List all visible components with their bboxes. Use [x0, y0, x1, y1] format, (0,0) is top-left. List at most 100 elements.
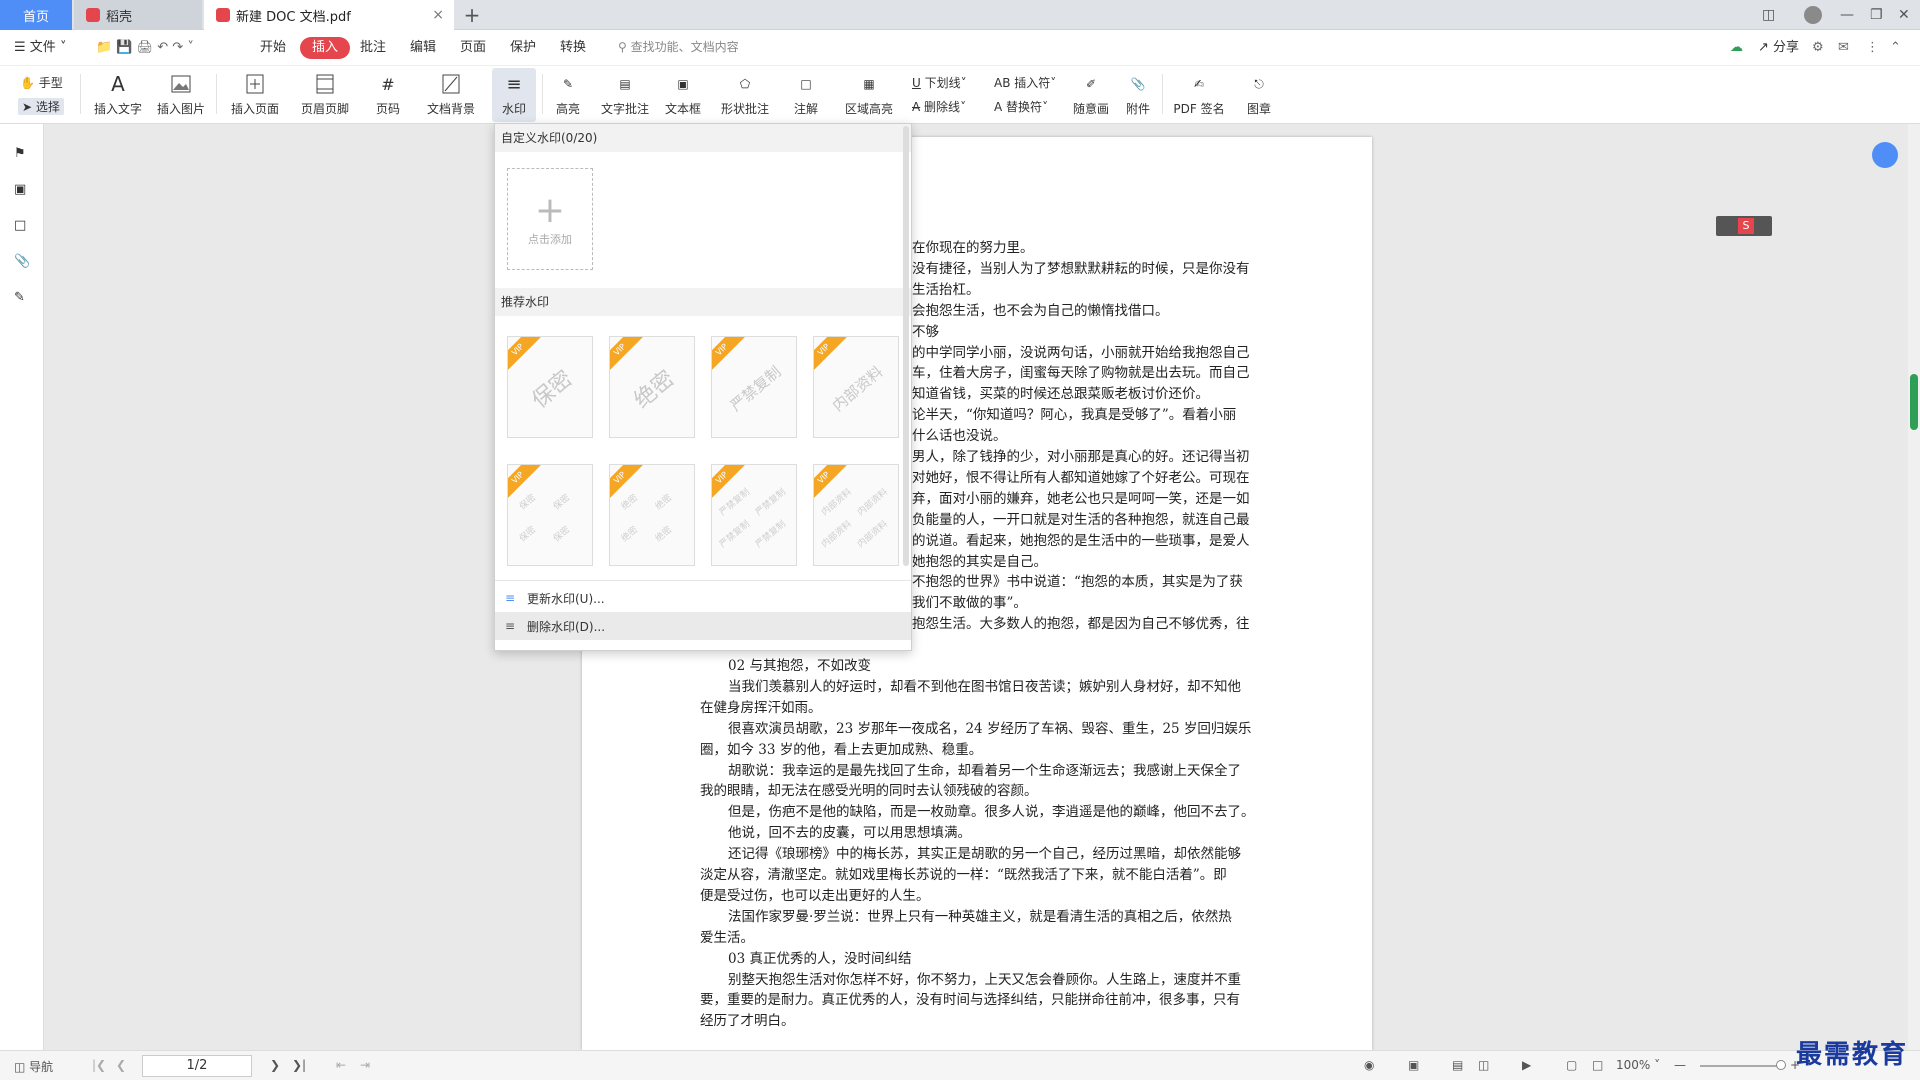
- watermark-top-secret[interactable]: VIP 绝密: [609, 336, 695, 438]
- divider: [1162, 74, 1163, 114]
- shape-comment-button[interactable]: ⬠ 形状批注: [714, 68, 776, 122]
- header-footer-label: 页眉页脚: [300, 102, 349, 116]
- zoom-slider[interactable]: [1700, 1065, 1780, 1067]
- ime-toolbar[interactable]: S: [1716, 216, 1772, 236]
- dropdown-scrollbar[interactable]: [903, 126, 909, 566]
- first-page-icon[interactable]: |❮: [92, 1058, 106, 1072]
- update-watermark-item[interactable]: ≡ 更新水印(U)...: [495, 584, 911, 612]
- prev-page-icon[interactable]: ❮: [116, 1058, 126, 1072]
- window-layout-icon[interactable]: ◫: [1762, 0, 1775, 30]
- annotation-button[interactable]: □ 注解: [788, 68, 824, 122]
- page-number-button[interactable]: # 页码: [366, 68, 410, 122]
- zoom-out-icon[interactable]: —: [1674, 1058, 1686, 1072]
- nav-toggle[interactable]: ◫ 导航: [14, 1058, 53, 1075]
- watermark-no-copy-tiled[interactable]: VIP 严禁复制 严禁复制 严禁复制 严禁复制: [711, 464, 797, 566]
- header-footer-button[interactable]: 页眉页脚: [294, 68, 356, 122]
- text-comment-button[interactable]: ▤ 文字批注: [598, 68, 652, 122]
- watermark-button[interactable]: ≡ 水印: [492, 68, 536, 122]
- pdf-sign-button[interactable]: ✍ PDF 签名: [1168, 68, 1230, 122]
- delete-watermark-item[interactable]: ≡ 删除水印(D)...: [495, 612, 911, 640]
- document-line: 很喜欢演员胡歌，23 岁那年一夜成名，24 岁经历了车祸、毁容、重生，25 岁回…: [728, 720, 1252, 737]
- highlight-button[interactable]: ✎ 高亮: [550, 68, 586, 122]
- scrollbar-thumb[interactable]: [1910, 374, 1918, 430]
- menu-protect[interactable]: 保护: [510, 37, 536, 59]
- menu-bar: ☰ 文件 ˅ 📁 💾 🖨 ↶ ↷ ˅ 开始 插入 批注 编辑 页面 保护 转换 …: [0, 30, 1920, 66]
- select-tool[interactable]: ➤ 选择: [18, 98, 64, 115]
- hand-tool[interactable]: ✋ 手型: [20, 74, 63, 91]
- document-line: 不抱怨的世界》书中说道：“抱怨的本质，其实是为了获: [912, 574, 1243, 591]
- watermark-internal-tiled[interactable]: VIP 内部资料 内部资料 内部资料 内部资料: [813, 464, 899, 566]
- tile-text: 绝密: [653, 525, 675, 545]
- insert-page-button[interactable]: 插入页面: [224, 68, 286, 122]
- underline-button[interactable]: U 下划线 ˅: [912, 74, 967, 91]
- watermark-secret[interactable]: VIP 保密: [507, 336, 593, 438]
- message-icon[interactable]: ✉: [1838, 37, 1849, 59]
- floating-tool-icon[interactable]: [1872, 142, 1898, 168]
- actual-size-icon[interactable]: ▢: [1566, 1058, 1577, 1072]
- document-line: 他说，回不去的皮囊，可以用思想填满。: [728, 825, 971, 842]
- menu-insert[interactable]: 插入: [300, 37, 351, 59]
- freehand-button[interactable]: ✐ 随意画: [1070, 68, 1112, 122]
- cloud-sync-icon[interactable]: ☁: [1730, 37, 1743, 59]
- bookmark-icon[interactable]: ⚑: [14, 146, 30, 162]
- play-icon[interactable]: ▶: [1522, 1058, 1531, 1072]
- add-watermark-button[interactable]: + 点击添加: [507, 168, 593, 270]
- comment-icon[interactable]: □: [14, 218, 30, 234]
- forward-icon[interactable]: ⇥: [360, 1058, 370, 1072]
- collapse-ribbon-icon[interactable]: ⌃: [1890, 37, 1901, 59]
- attachment-panel-icon[interactable]: 📎: [14, 254, 30, 270]
- more-icon[interactable]: ⋮: [1866, 37, 1879, 59]
- close-tab-icon[interactable]: ×: [432, 7, 444, 23]
- menu-page[interactable]: 页面: [460, 37, 486, 59]
- menu-comment[interactable]: 批注: [360, 37, 386, 59]
- insert-image-button[interactable]: 插入图片: [154, 68, 208, 122]
- settings-icon[interactable]: ⚙: [1812, 37, 1824, 59]
- watermark-secret-tiled[interactable]: VIP 保密 保密 保密 保密: [507, 464, 593, 566]
- minimize-icon[interactable]: —: [1840, 0, 1854, 30]
- share-button[interactable]: ↗ 分享: [1758, 37, 1799, 59]
- thumbnail-icon[interactable]: ▣: [14, 182, 30, 198]
- doc-background-button[interactable]: 文档背景: [418, 68, 484, 122]
- vertical-scrollbar[interactable]: [1908, 124, 1920, 1050]
- next-page-icon[interactable]: ❯: [270, 1058, 280, 1072]
- new-tab-button[interactable]: +: [458, 0, 486, 30]
- back-icon[interactable]: ⇤: [336, 1058, 346, 1072]
- watermark-no-copy[interactable]: VIP 严禁复制: [711, 336, 797, 438]
- tile-text: 内部资料: [819, 487, 854, 519]
- last-page-icon[interactable]: ❯|: [292, 1058, 306, 1072]
- replace-symbol-button[interactable]: A 替换符 ˅: [994, 98, 1048, 115]
- restore-icon[interactable]: ❐: [1870, 0, 1883, 30]
- watermark-top-secret-tiled[interactable]: VIP 绝密 绝密 绝密 绝密: [609, 464, 695, 566]
- watermark-internal[interactable]: VIP 内部资料: [813, 336, 899, 438]
- quick-tools-icon[interactable]: 📁 💾 🖨 ↶ ↷ ˅: [96, 37, 194, 59]
- strikethrough-button[interactable]: A 删除线 ˅: [912, 98, 966, 115]
- insert-text-button[interactable]: A 插入文字: [92, 68, 144, 122]
- file-menu[interactable]: ☰ 文件 ˅: [14, 37, 66, 59]
- tab-daoke[interactable]: 稻壳: [74, 0, 202, 30]
- menu-convert[interactable]: 转换: [560, 37, 586, 59]
- fit-page-icon[interactable]: □: [1592, 1058, 1603, 1072]
- stamp-button[interactable]: ⎋ 图章: [1238, 68, 1280, 122]
- textbox-button[interactable]: ▣ 文本框: [662, 68, 704, 122]
- tab-home[interactable]: 首页: [0, 0, 72, 30]
- tab-document[interactable]: 新建 DOC 文档.pdf ×: [204, 0, 454, 30]
- page-number-input[interactable]: 1/2: [142, 1055, 252, 1077]
- eye-icon[interactable]: ◉: [1364, 1058, 1374, 1072]
- menu-edit[interactable]: 编辑: [410, 37, 436, 59]
- menu-start[interactable]: 开始: [260, 37, 286, 59]
- page-number-label: 页码: [375, 102, 400, 116]
- signature-panel-icon[interactable]: ✎: [14, 290, 30, 306]
- zoom-select[interactable]: 100% ˅: [1616, 1058, 1660, 1072]
- search-box[interactable]: ⚲ 查找功能、文档内容: [618, 38, 739, 55]
- attachment-button[interactable]: 📎 附件: [1120, 68, 1156, 122]
- close-window-icon[interactable]: ✕: [1898, 0, 1910, 30]
- two-page-view-icon[interactable]: ◫: [1478, 1058, 1489, 1072]
- insert-symbol-button[interactable]: AB 插入符 ˅: [994, 74, 1056, 91]
- single-page-view-icon[interactable]: ▣: [1408, 1058, 1419, 1072]
- zoom-slider-handle[interactable]: [1776, 1060, 1786, 1070]
- area-highlight-button[interactable]: ▦ 区域高亮: [838, 68, 900, 122]
- continuous-view-icon[interactable]: ▤: [1452, 1058, 1463, 1072]
- avatar[interactable]: [1804, 0, 1822, 30]
- update-watermark-icon: ≡: [505, 591, 516, 605]
- search-placeholder: 查找功能、文档内容: [630, 40, 739, 54]
